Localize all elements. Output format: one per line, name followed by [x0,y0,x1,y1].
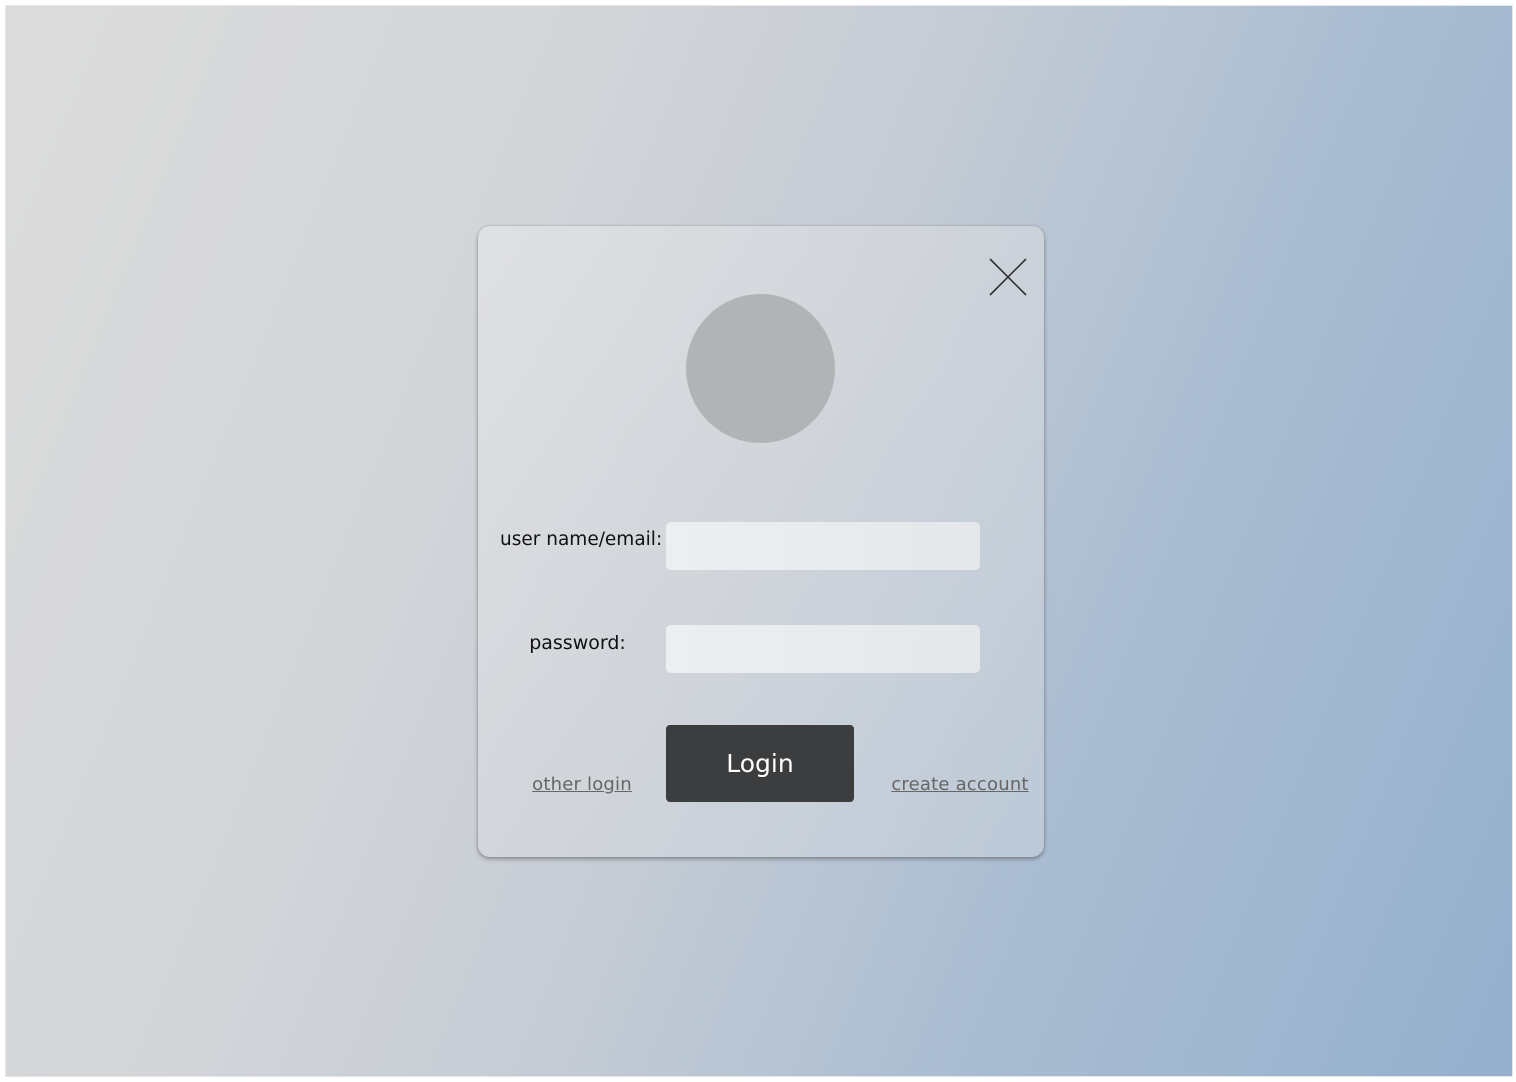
close-icon [989,258,1027,296]
user-input[interactable] [666,522,980,570]
avatar [686,294,835,443]
create-account-link[interactable]: create account [890,774,1030,795]
password-input[interactable] [666,625,980,673]
user-label: user name/email: [500,529,663,550]
other-login-link[interactable]: other login [530,774,634,795]
login-dialog: user name/email: password: other login L… [478,226,1044,857]
close-button[interactable] [988,257,1028,297]
password-label: password: [529,632,626,654]
screen-background: user name/email: password: other login L… [5,5,1513,1077]
login-button[interactable]: Login [666,725,854,802]
